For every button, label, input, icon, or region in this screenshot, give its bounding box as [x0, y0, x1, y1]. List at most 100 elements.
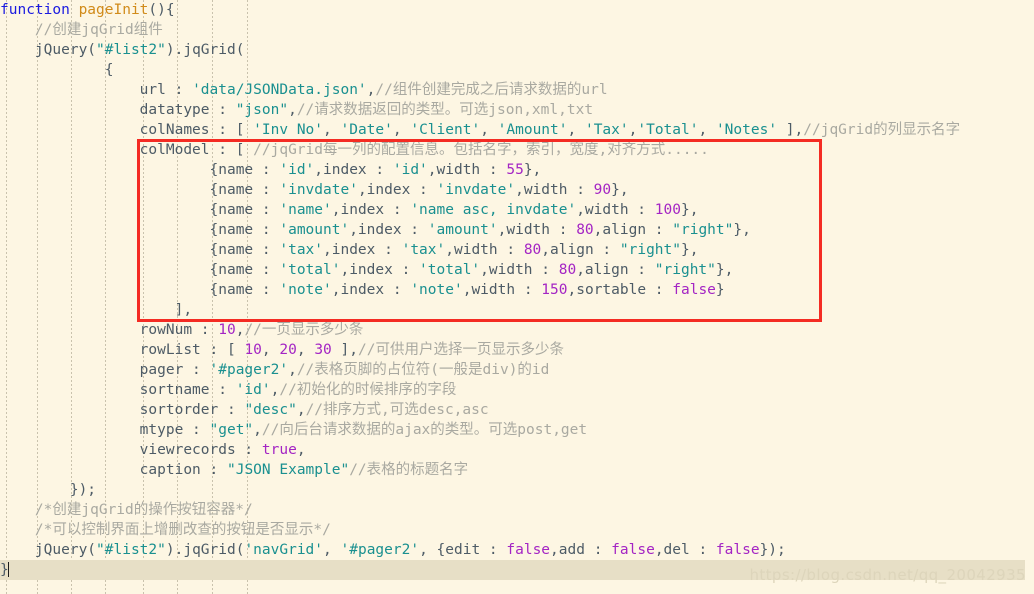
code-token: 'total': [279, 262, 341, 278]
code-content[interactable]: function pageInit(){ //创建jqGrid组件 jQuery…: [0, 0, 1034, 580]
code-token: ,width :: [497, 222, 577, 238]
code-token: ,index :: [357, 182, 437, 198]
code-token: //表格的标题名字: [349, 462, 469, 478]
code-token: ,width :: [445, 242, 524, 258]
code-token: ,index :: [331, 202, 411, 218]
code-token: pageInit: [78, 2, 149, 18]
code-token: viewrecords :: [0, 442, 262, 458]
code-line-26[interactable]: /*创建jqGrid的操作按钮容器*/: [0, 500, 1034, 520]
code-line-15[interactable]: {name : 'note',index : 'note',width : 15…: [0, 280, 1034, 300]
code-token: 'id': [392, 162, 428, 178]
code-token: ).jqGrid(: [165, 542, 245, 558]
code-token: ,index :: [340, 262, 420, 278]
code-token: "json": [235, 102, 289, 118]
code-token: {name :: [0, 202, 280, 218]
code-token: //向后台请求数据的ajax的类型。可选post,get: [261, 422, 588, 438]
code-line-16[interactable]: ],: [0, 300, 1034, 320]
code-token: ,del :: [654, 542, 716, 558]
code-line-14[interactable]: {name : 'total',index : 'total',width : …: [0, 260, 1034, 280]
code-line-8[interactable]: colModel : [ //jqGrid每一列的配置信息。包括名字，索引，宽度…: [0, 140, 1034, 160]
code-token: ,width :: [576, 202, 655, 218]
code-token: ,: [261, 342, 280, 358]
code-line-3[interactable]: jQuery("#list2").jqGrid(: [0, 40, 1034, 60]
code-token: false: [672, 282, 716, 298]
code-token: ],: [0, 302, 193, 318]
code-token: datatype :: [0, 102, 236, 118]
code-token: 90: [593, 182, 612, 198]
code-line-4[interactable]: {: [0, 60, 1034, 80]
code-token: '#pager2': [209, 362, 289, 378]
code-token: 'note': [279, 282, 332, 298]
code-line-24[interactable]: caption : "JSON Example"//表格的标题名字: [0, 460, 1034, 480]
code-token: jQuery(: [0, 542, 97, 558]
code-line-13[interactable]: {name : 'tax',index : 'tax',width : 80,a…: [0, 240, 1034, 260]
code-token: ,: [296, 402, 306, 418]
code-token: ,align :: [593, 222, 673, 238]
code-line-12[interactable]: {name : 'amount',index : 'amount',width …: [0, 220, 1034, 240]
code-editor-screenshot: function pageInit(){ //创建jqGrid组件 jQuery…: [0, 0, 1034, 594]
code-token: ],: [331, 342, 358, 358]
code-token: },: [680, 242, 699, 258]
code-token: {name :: [0, 282, 280, 298]
code-token: //jqGrid每一列的配置信息。包括名字，索引，宽度,对齐方式.....: [253, 142, 709, 158]
code-token: ,add :: [550, 542, 612, 558]
code-line-22[interactable]: mtype : "get",//向后台请求数据的ajax的类型。可选post,g…: [0, 420, 1034, 440]
code-line-2[interactable]: //创建jqGrid组件: [0, 20, 1034, 40]
code-line-20[interactable]: sortname : 'id',//初始化的时候排序的字段: [0, 380, 1034, 400]
code-line-17[interactable]: rowNum : 10,//一页显示多少条: [0, 320, 1034, 340]
code-token: ,: [296, 442, 306, 458]
code-token: /*可以控制界面上增删改查的按钮是否显示*/: [34, 522, 331, 538]
code-token: });: [759, 542, 786, 558]
code-line-9[interactable]: {name : 'id',index : 'id',width : 55},: [0, 160, 1034, 180]
code-line-28[interactable]: jQuery("#list2").jqGrid('navGrid', '#pag…: [0, 540, 1034, 560]
code-line-7[interactable]: colNames : [ 'Inv No', 'Date', 'Client',…: [0, 120, 1034, 140]
code-token: ,index :: [323, 242, 402, 258]
code-token: , {edit :: [419, 542, 507, 558]
code-line-25[interactable]: });: [0, 480, 1034, 500]
code-token: {name :: [0, 162, 280, 178]
code-token: "JSON Example": [226, 462, 350, 478]
code-token: 'invdate': [436, 182, 516, 198]
code-token: 'Total': [637, 122, 699, 138]
code-token: }: [715, 282, 725, 298]
code-token: 'name': [279, 202, 332, 218]
code-line-5[interactable]: url : 'data/JSONData.json',//组件创建完成之后请求数…: [0, 80, 1034, 100]
code-line-10[interactable]: {name : 'invdate',index : 'invdate',widt…: [0, 180, 1034, 200]
code-token: rowList : [: [0, 342, 245, 358]
code-token: //表格页脚的占位符(一般是div)的id: [296, 362, 550, 378]
text-cursor: [7, 562, 9, 577]
code-token: },: [523, 162, 542, 178]
code-token: },: [680, 202, 699, 218]
code-line-19[interactable]: pager : '#pager2',//表格页脚的占位符(一般是div)的id: [0, 360, 1034, 380]
code-token: 10: [218, 322, 236, 338]
code-line-11[interactable]: {name : 'name',index : 'name asc, invdat…: [0, 200, 1034, 220]
code-token: //初始化的时候排序的字段: [279, 382, 457, 398]
code-token: 'amount': [279, 222, 350, 238]
code-token: url :: [0, 82, 193, 98]
code-token: //请求数据返回的类型。可选json,xml,txt: [296, 102, 594, 118]
code-token: 80: [523, 242, 542, 258]
code-line-18[interactable]: rowList : [ 10, 20, 30 ],//可供用户选择一页显示多少条: [0, 340, 1034, 360]
code-token: ,: [288, 102, 297, 118]
code-token: },: [733, 222, 751, 238]
code-token: "right": [654, 262, 716, 278]
code-token: 'tax': [401, 242, 446, 258]
code-token: {: [0, 62, 114, 78]
code-token: 'amount': [427, 222, 498, 238]
code-token: {name :: [0, 262, 280, 278]
code-line-23[interactable]: viewrecords : true,: [0, 440, 1034, 460]
code-token: ,sortable :: [567, 282, 673, 298]
code-line-1[interactable]: function pageInit(){: [0, 0, 1034, 20]
code-token: 10: [244, 342, 262, 358]
code-token: false: [715, 542, 760, 558]
code-token: {name :: [0, 182, 280, 198]
code-line-27[interactable]: /*可以控制界面上增删改查的按钮是否显示*/: [0, 520, 1034, 540]
code-token: });: [0, 482, 97, 498]
code-token: 'Notes': [715, 122, 778, 138]
code-token: 'tax': [279, 242, 324, 258]
code-token: 100: [654, 202, 681, 218]
code-line-21[interactable]: sortorder : "desc",//排序方式,可选desc,asc: [0, 400, 1034, 420]
code-line-6[interactable]: datatype : "json",//请求数据返回的类型。可选json,xml…: [0, 100, 1034, 120]
code-token: ,index :: [314, 162, 393, 178]
